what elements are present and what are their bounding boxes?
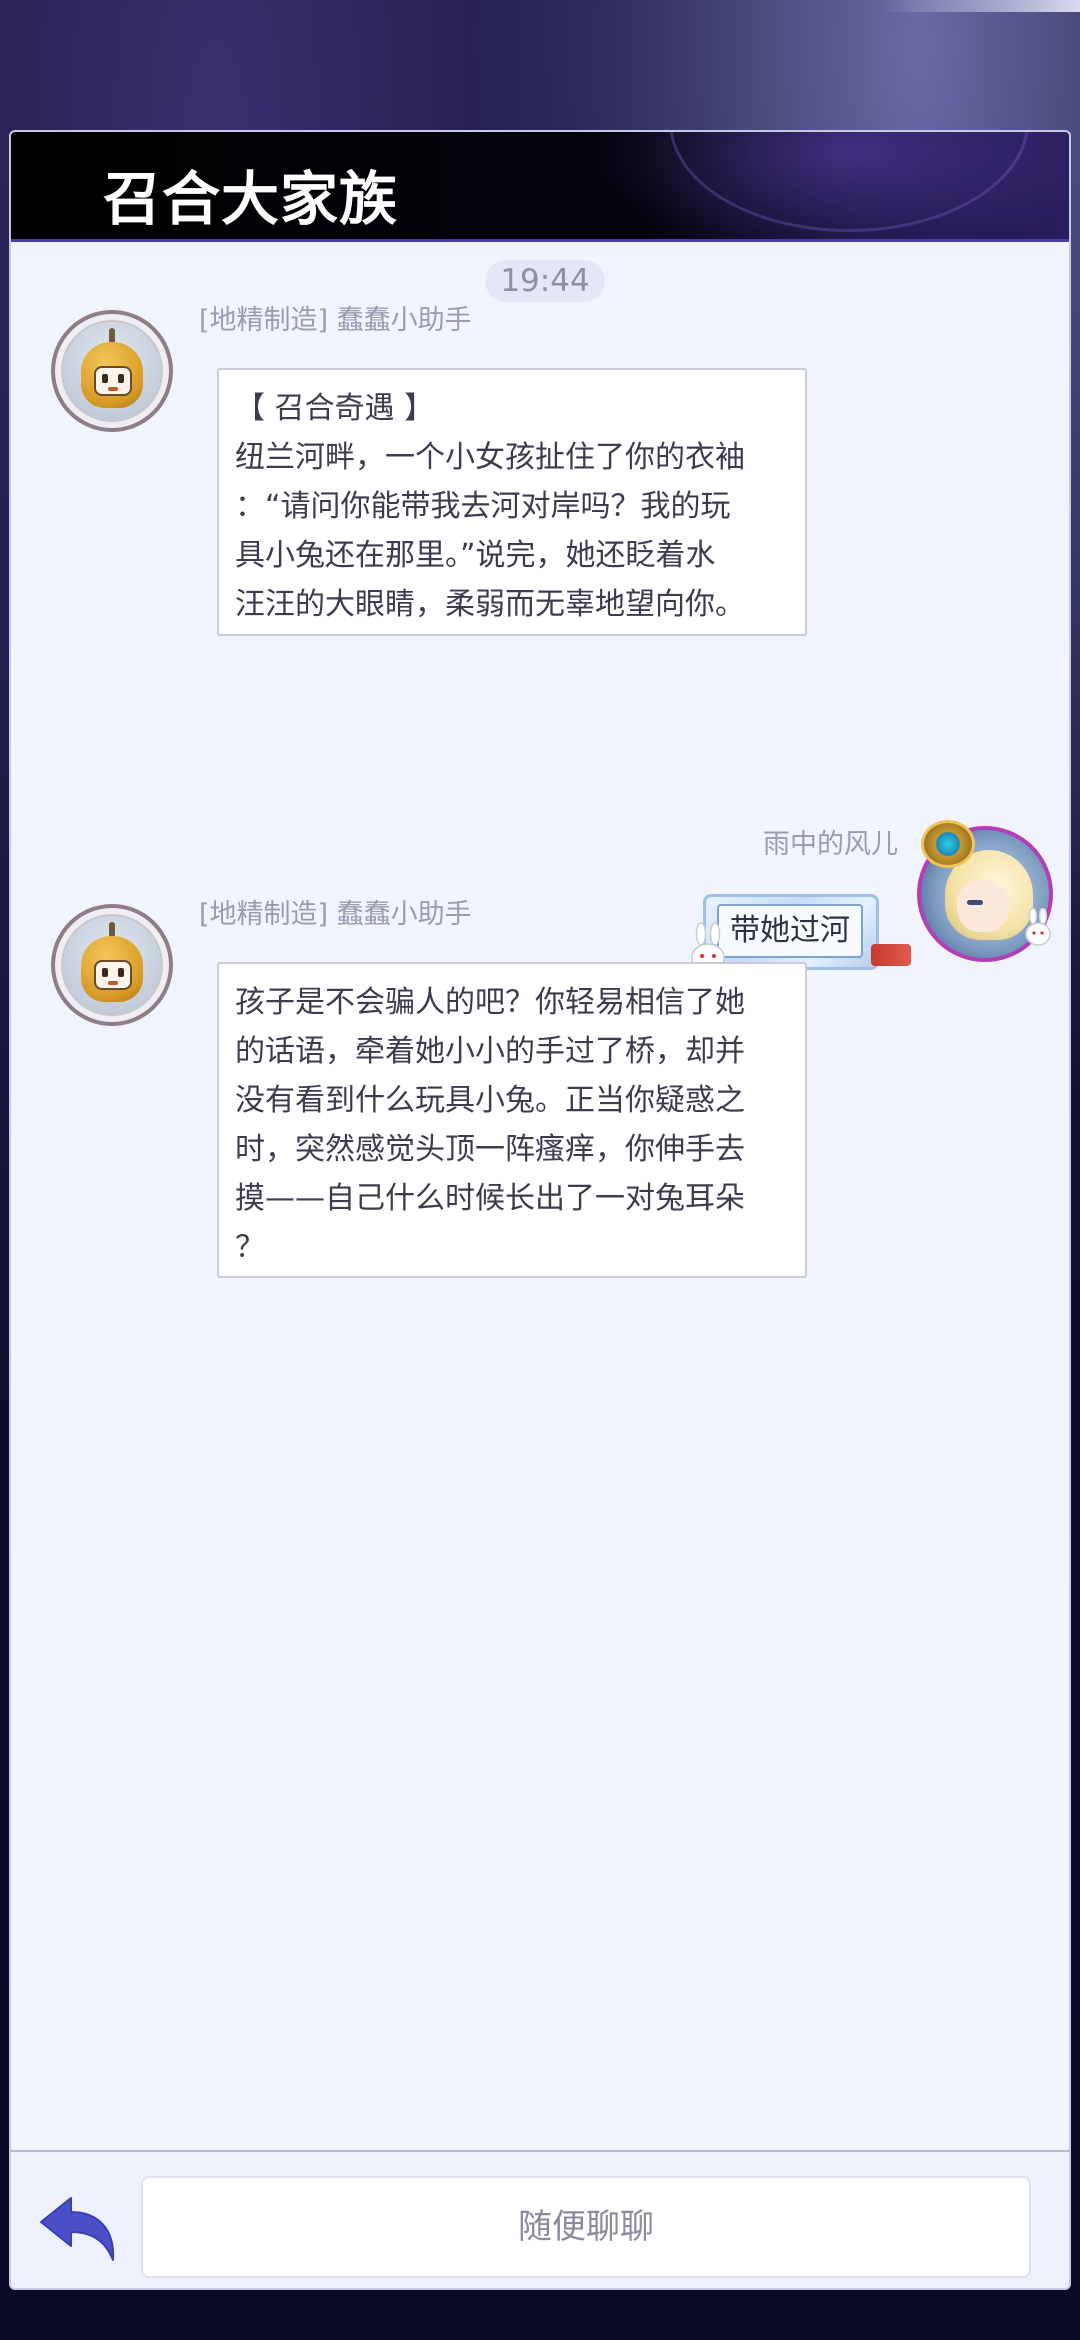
message-line: 【 召合奇遇 】 — [235, 391, 435, 426]
message-timestamp: 19:44 — [485, 260, 605, 302]
assistant-avatar[interactable] — [51, 904, 173, 1026]
message-line: ？ — [235, 1230, 265, 1265]
message-line: 汪汪的大眼睛，柔弱而无辜地望向你。 — [235, 587, 745, 622]
chat-input[interactable]: 随便聊聊 — [141, 2176, 1031, 2278]
crown-decoration-icon — [921, 820, 975, 868]
message-line: ：“请问你能带我去河对岸吗？我的玩 — [235, 489, 731, 524]
back-arrow-icon[interactable] — [35, 2192, 125, 2268]
message-line: 的话语，牵着她小小的手过了桥，却并 — [235, 1034, 745, 1069]
message-line: 孩子是不会骗人的吧？你轻易相信了她 — [235, 985, 745, 1020]
bubble-ribbon — [871, 944, 911, 966]
message-line: 具小兔还在那里。”说完，她还眨着水 — [235, 538, 716, 573]
message-line: 没有看到什么玩具小兔。正当你疑惑之 — [235, 1083, 745, 1118]
message-line: 时，突然感觉头顶一阵瘙痒，你伸手去 — [235, 1132, 745, 1167]
page-title: 召合大家族 — [103, 165, 399, 233]
message-line: 纽兰河畔，一个小女孩扯住了你的衣袖 — [235, 440, 745, 475]
message-bubble: 孩子是不会骗人的吧？你轻易相信了她 的话语，牵着她小小的手过了桥，却并 没有看到… — [217, 962, 807, 1278]
message-bubble: 【 召合奇遇 】 纽兰河畔，一个小女孩扯住了你的衣袖 ：“请问你能带我去河对岸吗… — [217, 368, 807, 636]
input-bar: 随便聊聊 — [11, 2150, 1069, 2288]
player-name: 雨中的风儿 — [763, 829, 898, 860]
assistant-avatar[interactable] — [51, 310, 173, 432]
player-message-text: 带她过河 — [717, 904, 863, 958]
sender-name: [地精制造] 蠢蠢小助手 — [199, 899, 472, 930]
header-divider — [11, 239, 1069, 242]
message-line: 摸——自己什么时候长出了一对兔耳朵 — [235, 1181, 745, 1216]
panel-header: 召合大家族 — [11, 132, 1069, 242]
chat-panel: 召合大家族 19:44 [地精制造] 蠢蠢小助手 【 召合奇遇 】 纽兰河畔，一… — [9, 130, 1071, 2290]
bunny-icon — [1025, 908, 1051, 946]
player-avatar[interactable] — [911, 820, 1057, 962]
sender-name: [地精制造] 蠢蠢小助手 — [199, 305, 472, 336]
backdrop-highlight — [880, 0, 1080, 12]
player-message-bubble: 带她过河 — [691, 892, 911, 973]
